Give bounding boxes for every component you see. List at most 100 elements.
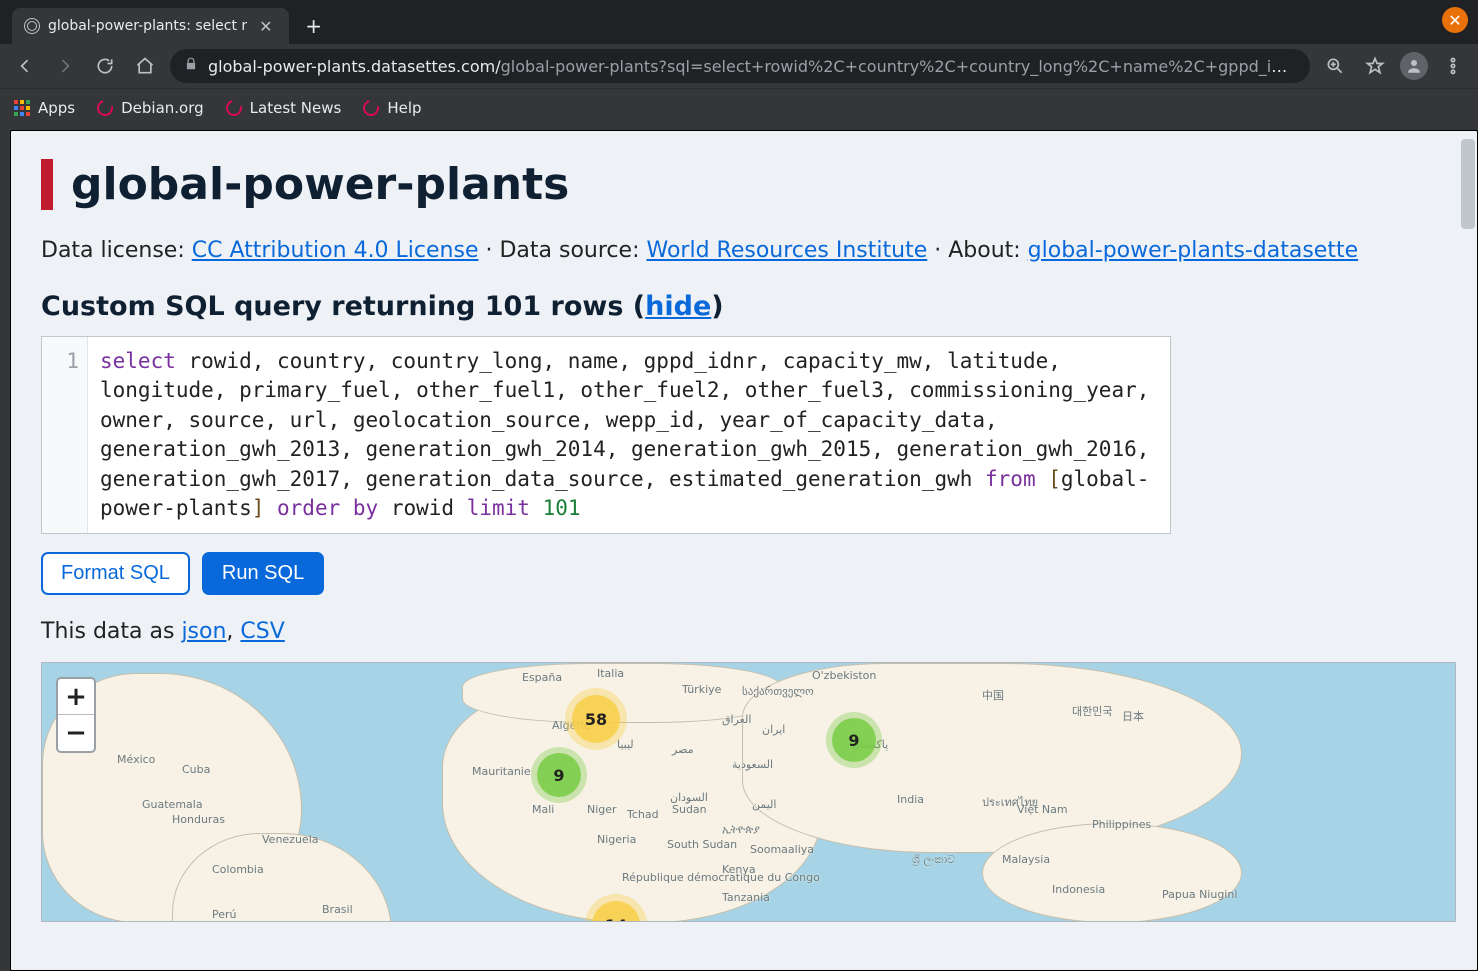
- button-row: Format SQL Run SQL: [41, 552, 1447, 595]
- zoom-icon[interactable]: [1320, 51, 1350, 81]
- zoom-in-button[interactable]: +: [58, 679, 94, 715]
- map-label: Soomaaliya: [750, 843, 814, 856]
- browser-toolbar: global-power-plants.datasettes.com/globa…: [0, 44, 1478, 88]
- tab-strip: global-power-plants: select r ✕ +: [0, 0, 1478, 44]
- map-label: Türkiye: [682, 683, 721, 696]
- back-button[interactable]: [10, 51, 40, 81]
- map-label: اليمن: [752, 798, 776, 811]
- about-label: About:: [948, 238, 1027, 263]
- sql-code[interactable]: select rowid, country, country_long, nam…: [88, 337, 1170, 533]
- url-path: global-power-plants?sql=select+rowid%2C+…: [501, 57, 1296, 76]
- map-label: Brasil: [322, 903, 353, 916]
- address-bar[interactable]: global-power-plants.datasettes.com/globa…: [170, 49, 1310, 83]
- window-close-button[interactable]: ✕: [1442, 7, 1468, 33]
- map-label: South Sudan: [667, 838, 737, 851]
- page-viewport: global-power-plants Data license: CC Att…: [0, 126, 1478, 971]
- map-label: Cuba: [182, 763, 210, 776]
- hide-link[interactable]: hide: [645, 291, 711, 322]
- apps-shortcut[interactable]: Apps: [14, 99, 75, 117]
- export-json-link[interactable]: json: [181, 619, 226, 644]
- map-label: O'zbekiston: [812, 669, 876, 682]
- kebab-menu-icon[interactable]: [1438, 51, 1468, 81]
- map-label: Việt Nam: [1017, 803, 1068, 816]
- source-link[interactable]: World Resources Institute: [646, 238, 927, 263]
- map-label: République démocratique du Congo: [622, 871, 820, 884]
- page-title: global-power-plants: [41, 159, 1447, 210]
- bookmark-help[interactable]: Help: [363, 99, 421, 117]
- source-label: Data source:: [499, 238, 646, 263]
- vertical-scrollbar[interactable]: [1461, 139, 1475, 229]
- map-label: España: [522, 671, 562, 684]
- map-label: العراق: [722, 713, 751, 726]
- swirl-icon: [360, 97, 382, 119]
- tab-title: global-power-plants: select r: [48, 18, 247, 34]
- map-label: ليبيا: [617, 738, 634, 751]
- map-label: Niger: [587, 803, 617, 816]
- map-label: Tanzania: [722, 891, 770, 904]
- new-tab-button[interactable]: +: [299, 11, 329, 41]
- bookmarks-bar: Apps Debian.org Latest News Help: [0, 88, 1478, 126]
- map-label: السودان: [670, 791, 708, 804]
- map-label: 中国: [982, 687, 1004, 703]
- format-sql-button[interactable]: Format SQL: [41, 552, 190, 595]
- map-label: Colombia: [212, 863, 264, 876]
- map-label: Mauritanie: [472, 765, 531, 778]
- map-label: Sudan: [672, 803, 707, 816]
- tab-active[interactable]: global-power-plants: select r ✕: [12, 8, 289, 44]
- url-host: global-power-plants.datasettes.com/: [208, 57, 501, 76]
- swirl-icon: [94, 97, 116, 119]
- cluster-map[interactable]: España Italia Türkiye O'zbekiston 中国 ایران Mau…: [41, 662, 1456, 922]
- run-sql-button[interactable]: Run SQL: [202, 552, 324, 595]
- map-label: السعودية: [732, 758, 773, 771]
- map-label: ශ්‍රී ලංකාව: [912, 853, 955, 867]
- map-label: México: [117, 753, 155, 766]
- map-label: 대한민국: [1072, 703, 1112, 719]
- line-gutter: 1: [42, 337, 88, 533]
- profile-avatar[interactable]: [1400, 52, 1428, 80]
- sql-editor[interactable]: 1 select rowid, country, country_long, n…: [41, 336, 1171, 534]
- map-label: Guatemala: [142, 798, 203, 811]
- bookmark-latest-news[interactable]: Latest News: [226, 99, 342, 117]
- map-label: ኢትዮጵያ: [722, 823, 760, 837]
- bookmark-star-icon[interactable]: [1360, 51, 1390, 81]
- map-label: Papua Niugini: [1162, 888, 1237, 901]
- zoom-out-button[interactable]: −: [58, 715, 94, 751]
- map-label: مصر: [672, 743, 694, 756]
- map-label: 日本: [1122, 708, 1144, 724]
- map-label: Philippines: [1092, 818, 1151, 831]
- url-text: global-power-plants.datasettes.com/globa…: [208, 57, 1296, 76]
- globe-icon: [24, 18, 40, 34]
- forward-button[interactable]: [50, 51, 80, 81]
- map-label: India: [897, 793, 924, 806]
- tab-close-icon[interactable]: ✕: [255, 17, 276, 36]
- reload-button[interactable]: [90, 51, 120, 81]
- license-link[interactable]: CC Attribution 4.0 License: [192, 238, 479, 263]
- map-label: Indonesia: [1052, 883, 1105, 896]
- map-label: Italia: [597, 667, 624, 680]
- export-csv-link[interactable]: CSV: [240, 619, 284, 644]
- lock-icon: [184, 57, 198, 75]
- query-heading: Custom SQL query returning 101 rows (hid…: [41, 291, 1447, 322]
- swirl-icon: [223, 97, 245, 119]
- home-button[interactable]: [130, 51, 160, 81]
- apps-grid-icon: [14, 100, 30, 116]
- bookmark-label: Debian.org: [121, 99, 204, 117]
- map-label: Honduras: [172, 813, 225, 826]
- bookmark-label: Help: [387, 99, 421, 117]
- map-label: ایران: [762, 723, 785, 736]
- metadata-line: Data license: CC Attribution 4.0 License…: [41, 238, 1447, 263]
- landmass: [982, 823, 1242, 922]
- about-link[interactable]: global-power-plants-datasette: [1028, 238, 1358, 263]
- export-line: This data as json, CSV: [41, 619, 1447, 644]
- map-label: Tchad: [627, 808, 659, 821]
- map-zoom-control: + −: [56, 677, 96, 753]
- bookmark-debian[interactable]: Debian.org: [97, 99, 204, 117]
- license-label: Data license:: [41, 238, 192, 263]
- bookmark-label: Latest News: [250, 99, 342, 117]
- map-label: Perú: [212, 908, 237, 921]
- map-label: Nigeria: [597, 833, 636, 846]
- map-label: Venezuela: [262, 833, 319, 846]
- map-label: Mali: [532, 803, 554, 816]
- map-cluster[interactable]: 58: [572, 695, 620, 743]
- map-label: Malaysia: [1002, 853, 1050, 866]
